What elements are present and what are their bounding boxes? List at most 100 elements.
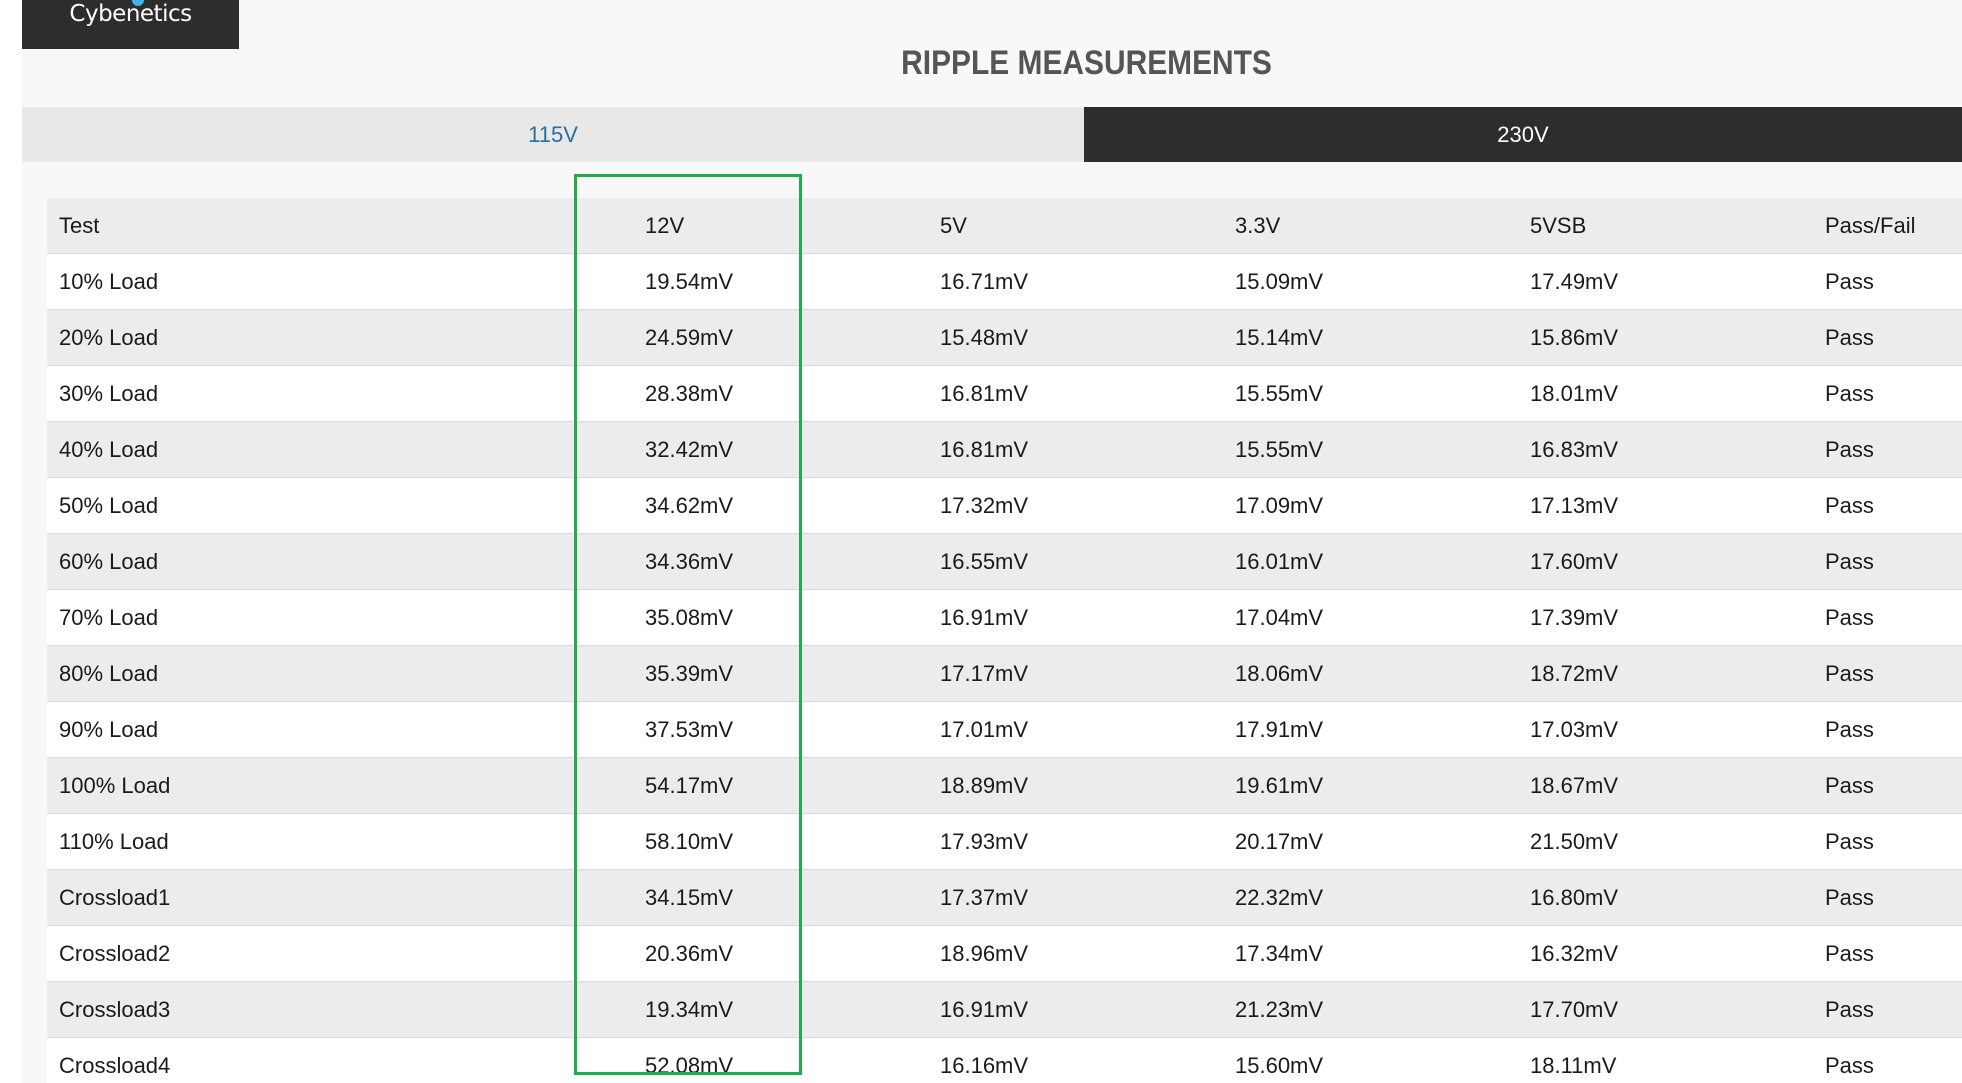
cell-test: 30% Load: [59, 381, 159, 406]
cell-5vsb: 17.60mV: [1530, 549, 1619, 574]
cell-5vsb: 18.67mV: [1530, 773, 1619, 798]
header-pass-fail: Pass/Fail: [1825, 213, 1916, 238]
cell-test: 70% Load: [59, 605, 159, 630]
cell-5vsb: 16.32mV: [1530, 941, 1619, 966]
page-title: RIPPLE MEASUREMENTS: [901, 44, 1272, 82]
cell-12v: 34.62mV: [645, 493, 734, 518]
cell-5vsb: 17.49mV: [1530, 269, 1619, 294]
cell-pass-fail: Pass: [1825, 717, 1874, 742]
cell-12v: 19.54mV: [645, 269, 734, 294]
table-row: 90% Load 37.53mV 17.01mV 17.91mV 17.03mV Pass: [47, 702, 1962, 758]
table-row: 10% Load 19.54mV 16.71mV 15.09mV 17.49mV Pass: [47, 254, 1962, 310]
cybenetics-logo[interactable]: Cybenetics: [22, 0, 239, 49]
cell-5v: 16.81mV: [940, 437, 1029, 462]
table-header-row: Test 12V 5V 3.3V 5VSB Pass/Fail: [47, 198, 1962, 254]
cell-5v: 16.91mV: [940, 605, 1029, 630]
cell-5v: 15.48mV: [940, 325, 1029, 350]
cell-5v: 17.01mV: [940, 717, 1029, 742]
cell-5vsb: 18.72mV: [1530, 661, 1619, 686]
cell-5v: 16.16mV: [940, 1053, 1029, 1078]
cell-test: Crossload2: [59, 941, 171, 966]
cell-3-3v: 17.91mV: [1235, 717, 1324, 742]
table-row: Crossload4 52.08mV 16.16mV 15.60mV 18.11mV Pa…: [47, 1038, 1962, 1083]
table-row: 70% Load 35.08mV 16.91mV 17.04mV 17.39mV Pass: [47, 590, 1962, 646]
cell-5vsb: 18.11mV: [1530, 1053, 1617, 1078]
cell-12v: 34.36mV: [645, 549, 734, 574]
page: Cybenetics RIPPLE MEASUREMENTS 115V 230V…: [0, 0, 1962, 1083]
cell-test: Crossload1: [59, 885, 171, 910]
cell-pass-fail: Pass: [1825, 1053, 1874, 1078]
table-row: Crossload3 19.34mV 16.91mV 21.23mV 17.70mV Pa…: [47, 982, 1962, 1038]
cell-5vsb: 17.13mV: [1530, 493, 1619, 518]
cell-3-3v: 21.23mV: [1235, 997, 1324, 1022]
tab-230v[interactable]: 230V: [1084, 107, 1962, 162]
header-5vsb: 5VSB: [1530, 213, 1587, 238]
table-row: 110% Load 58.10mV 17.93mV 20.17mV 21.50mV Pas…: [47, 814, 1962, 870]
cell-12v: 58.10mV: [645, 829, 734, 854]
cell-test: 50% Load: [59, 493, 159, 518]
table-row: 100% Load 54.17mV 18.89mV 19.61mV 18.67mV Pas…: [47, 758, 1962, 814]
cell-3-3v: 15.55mV: [1235, 381, 1324, 406]
cell-pass-fail: Pass: [1825, 829, 1874, 854]
cell-5v: 17.17mV: [940, 661, 1029, 686]
cell-test: Crossload3: [59, 997, 171, 1022]
cell-5vsb: 21.50mV: [1530, 829, 1619, 854]
cell-5v: 16.55mV: [940, 549, 1029, 574]
cell-5v: 17.32mV: [940, 493, 1029, 518]
cell-pass-fail: Pass: [1825, 997, 1874, 1022]
cell-5v: 18.89mV: [940, 773, 1029, 798]
cell-3-3v: 15.14mV: [1235, 325, 1324, 350]
cell-3-3v: 20.17mV: [1235, 829, 1324, 854]
header-5v: 5V: [940, 213, 967, 238]
cell-pass-fail: Pass: [1825, 941, 1874, 966]
cell-12v: 34.15mV: [645, 885, 734, 910]
cell-pass-fail: Pass: [1825, 661, 1874, 686]
cell-5vsb: 17.39mV: [1530, 605, 1619, 630]
voltage-tabs: 115V 230V: [22, 107, 1962, 162]
cell-pass-fail: Pass: [1825, 885, 1874, 910]
cell-test: Crossload4: [59, 1053, 171, 1078]
cell-pass-fail: Pass: [1825, 773, 1874, 798]
cell-12v: 52.08mV: [645, 1053, 734, 1078]
cell-12v: 54.17mV: [645, 773, 734, 798]
cell-12v: 24.59mV: [645, 325, 734, 350]
cell-5v: 18.96mV: [940, 941, 1029, 966]
cell-12v: 35.39mV: [645, 661, 734, 686]
header-test: Test: [59, 213, 100, 238]
cell-5v: 17.93mV: [940, 829, 1029, 854]
table-row: 80% Load 35.39mV 17.17mV 18.06mV 18.72mV Pass: [47, 646, 1962, 702]
cell-5vsb: 15.86mV: [1530, 325, 1619, 350]
table-row: 30% Load 28.38mV 16.81mV 15.55mV 18.01mV Pass: [47, 366, 1962, 422]
cell-3-3v: 17.09mV: [1235, 493, 1324, 518]
cell-test: 80% Load: [59, 661, 159, 686]
header-12v: 12V: [645, 213, 685, 238]
tab-115v[interactable]: 115V: [22, 107, 1084, 162]
table-row: 50% Load 34.62mV 17.32mV 17.09mV 17.13mV Pass: [47, 478, 1962, 534]
cell-5v: 16.91mV: [940, 997, 1029, 1022]
table-row: 60% Load 34.36mV 16.55mV 16.01mV 17.60mV Pass: [47, 534, 1962, 590]
cell-5vsb: 17.70mV: [1530, 997, 1619, 1022]
cell-12v: 28.38mV: [645, 381, 734, 406]
cell-3-3v: 19.61mV: [1235, 773, 1324, 798]
table-row: 20% Load 24.59mV 15.48mV 15.14mV 15.86mV Pass: [47, 310, 1962, 366]
cell-pass-fail: Pass: [1825, 493, 1874, 518]
cell-pass-fail: Pass: [1825, 605, 1874, 630]
cell-test: 110% Load: [59, 829, 169, 854]
header-3-3v: 3.3V: [1235, 213, 1281, 238]
cell-5v: 16.81mV: [940, 381, 1029, 406]
cell-3-3v: 16.01mV: [1235, 549, 1324, 574]
table-row: Crossload1 34.15mV 17.37mV 22.32mV 16.80mV Pa…: [47, 870, 1962, 926]
cell-test: 40% Load: [59, 437, 159, 462]
cell-12v: 20.36mV: [645, 941, 734, 966]
cell-12v: 32.42mV: [645, 437, 734, 462]
cell-pass-fail: Pass: [1825, 269, 1874, 294]
cell-5vsb: 18.01mV: [1530, 381, 1619, 406]
cell-12v: 19.34mV: [645, 997, 734, 1022]
cell-3-3v: 17.04mV: [1235, 605, 1324, 630]
cell-5vsb: 16.80mV: [1530, 885, 1619, 910]
cell-test: 60% Load: [59, 549, 159, 574]
cell-pass-fail: Pass: [1825, 437, 1874, 462]
cell-5vsb: 16.83mV: [1530, 437, 1619, 462]
cell-test: 90% Load: [59, 717, 159, 742]
cell-5v: 17.37mV: [940, 885, 1029, 910]
